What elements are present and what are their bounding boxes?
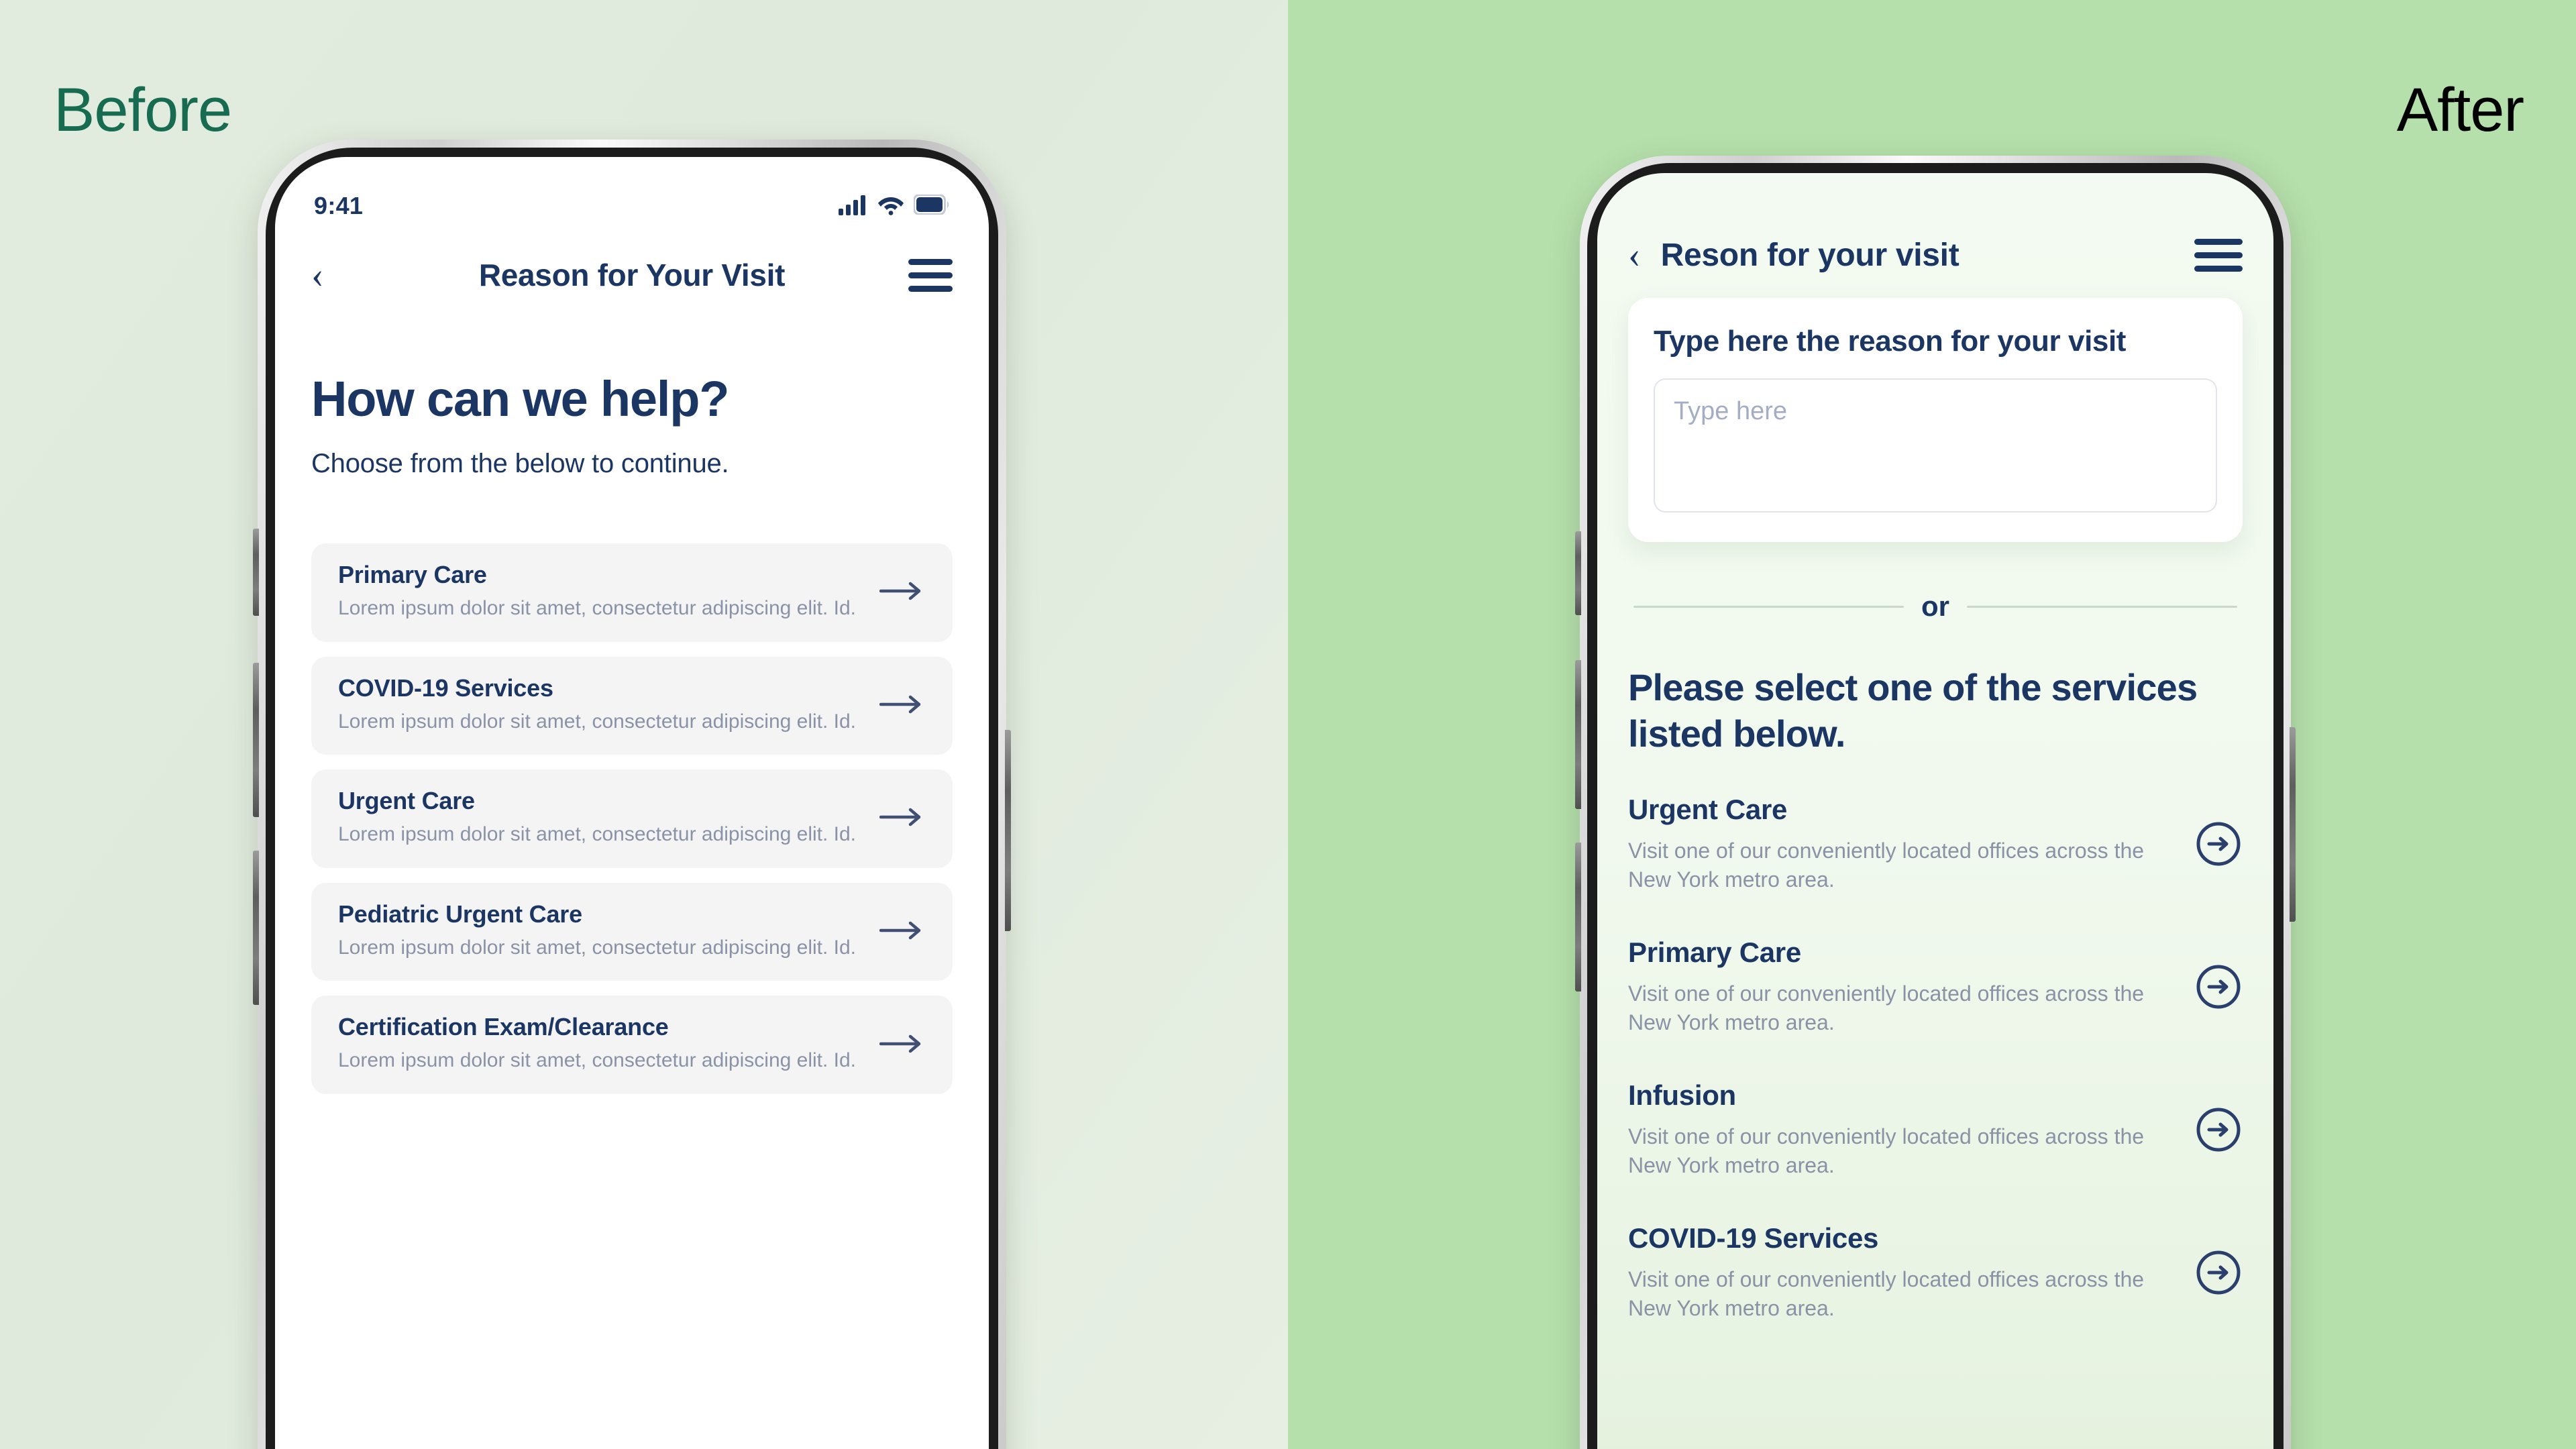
before-content-area: How can we help? Choose from the below t… [275,318,989,1449]
arrow-right-icon[interactable] [877,1034,926,1053]
divider-rule-right [1967,605,2237,608]
chevron-left-icon[interactable]: ‹ [311,256,324,294]
before-label: Before [54,76,232,144]
arrow-right-icon[interactable] [877,695,926,714]
cellular-signal-icon [839,194,868,219]
service-card[interactable]: Primary Care Lorem ipsum dolor sit amet,… [311,543,953,642]
service-row[interactable]: COVID-19 Services Visit one of our conve… [1628,1222,2243,1324]
hamburger-menu-icon[interactable] [2194,238,2243,272]
arrow-right-circle-icon[interactable] [2194,820,2243,868]
service-row[interactable]: Infusion Visit one of our conveniently l… [1628,1079,2243,1181]
service-row[interactable]: Urgent Care Visit one of our convenientl… [1628,794,2243,895]
service-text: COVID-19 Services Lorem ipsum dolor sit … [338,674,861,735]
arrow-right-circle-icon[interactable] [2194,1248,2243,1297]
service-title: Urgent Care [338,787,475,815]
arrow-right-icon[interactable] [877,582,926,600]
after-select-heading: Please select one of the services listed… [1628,666,2198,755]
service-description: Lorem ipsum dolor sit amet, consectetur … [338,597,857,619]
mute-switch-button[interactable] [253,529,259,616]
wifi-icon [877,194,904,219]
service-text: COVID-19 Services Visit one of our conve… [1628,1222,2176,1324]
battery-icon [913,193,950,218]
after-label: After [2396,76,2524,144]
reason-input-card: Type here the reason for your visit [1628,298,2243,542]
service-card[interactable]: COVID-19 Services Lorem ipsum dolor sit … [311,656,953,755]
service-description: Visit one of our conveniently located of… [1628,1267,2145,1321]
service-text: Primary Care Visit one of our convenient… [1628,936,2176,1038]
divider-rule-left [1633,605,1904,608]
before-app-bar: ‹ Reason for Your Visit [275,232,989,318]
volume-down-button[interactable] [253,851,259,1005]
volume-down-button[interactable] [1575,843,1581,991]
status-icon-group [839,193,950,219]
chevron-left-icon[interactable]: ‹ [1628,236,1641,274]
arrow-right-icon[interactable] [877,921,926,940]
service-description: Lorem ipsum dolor sit amet, consectetur … [338,936,857,959]
or-divider: or [1633,590,2237,623]
service-text: Urgent Care Visit one of our convenientl… [1628,794,2176,895]
service-description: Visit one of our conveniently located of… [1628,838,2145,892]
service-card[interactable]: Urgent Care Lorem ipsum dolor sit amet, … [311,769,953,868]
service-title: Primary Care [1628,936,1801,968]
mute-switch-button[interactable] [1575,531,1581,615]
before-heading: How can we help? [311,371,729,427]
arrow-right-circle-icon[interactable] [2194,1106,2243,1154]
service-title: Pediatric Urgent Care [338,900,582,928]
comparison-stage: Before After 9:41 ‹ Reason for Your Visi… [0,0,2576,1449]
service-card[interactable]: Pediatric Urgent Care Lorem ipsum dolor … [311,882,953,981]
service-text: Certification Exam/Clearance Lorem ipsum… [338,1013,861,1074]
before-service-list: Primary Care Lorem ipsum dolor sit amet,… [311,543,953,1094]
service-title: COVID-19 Services [338,674,553,702]
before-phone-mockup: 9:41 ‹ Reason for Your Visit How can we … [253,140,1011,1449]
page-title: Reason for Your Visit [478,258,786,292]
service-description: Visit one of our conveniently located of… [1628,1124,2145,1178]
service-text: Primary Care Lorem ipsum dolor sit amet,… [338,561,861,622]
hamburger-menu-icon[interactable] [908,258,953,292]
status-time: 9:41 [314,192,364,219]
after-content-area: Type here the reason for your visit or P… [1597,298,2273,1449]
before-phone-screen: 9:41 ‹ Reason for Your Visit How can we … [275,157,989,1449]
divider-label: or [1921,590,1949,622]
reason-input-label: Type here the reason for your visit [1654,325,2127,358]
reason-textarea[interactable] [1654,378,2217,513]
service-title: Primary Care [338,561,487,588]
service-title: Certification Exam/Clearance [338,1013,669,1041]
arrow-right-icon[interactable] [877,808,926,826]
service-text: Urgent Care Lorem ipsum dolor sit amet, … [338,787,861,848]
arrow-right-circle-icon[interactable] [2194,963,2243,1011]
service-row[interactable]: Primary Care Visit one of our convenient… [1628,936,2243,1038]
service-text: Pediatric Urgent Care Lorem ipsum dolor … [338,900,861,961]
after-app-bar: ‹ Reson for your visit [1597,212,2273,298]
service-title: COVID-19 Services [1628,1222,1879,1254]
after-phone-mockup: ‹ Reson for your visit Type here the rea… [1575,156,2296,1449]
volume-up-button[interactable] [1575,660,1581,809]
service-description: Visit one of our conveniently located of… [1628,981,2145,1035]
after-phone-screen: ‹ Reson for your visit Type here the rea… [1597,173,2273,1449]
power-button[interactable] [2290,727,2296,922]
power-button[interactable] [1005,730,1011,931]
volume-up-button[interactable] [253,663,259,817]
service-description: Lorem ipsum dolor sit amet, consectetur … [338,710,857,733]
service-card[interactable]: Certification Exam/Clearance Lorem ipsum… [311,996,953,1094]
service-title: Infusion [1628,1079,1736,1111]
service-description: Lorem ipsum dolor sit amet, consectetur … [338,823,857,846]
status-bar: 9:41 [275,157,989,232]
after-service-list: Urgent Care Visit one of our convenientl… [1628,794,2243,1324]
service-text: Infusion Visit one of our conveniently l… [1628,1079,2176,1181]
service-description: Lorem ipsum dolor sit amet, consectetur … [338,1049,857,1072]
page-title: Reson for your visit [1660,237,1960,273]
before-subheading: Choose from the below to continue. [311,449,729,478]
service-title: Urgent Care [1628,793,1788,825]
